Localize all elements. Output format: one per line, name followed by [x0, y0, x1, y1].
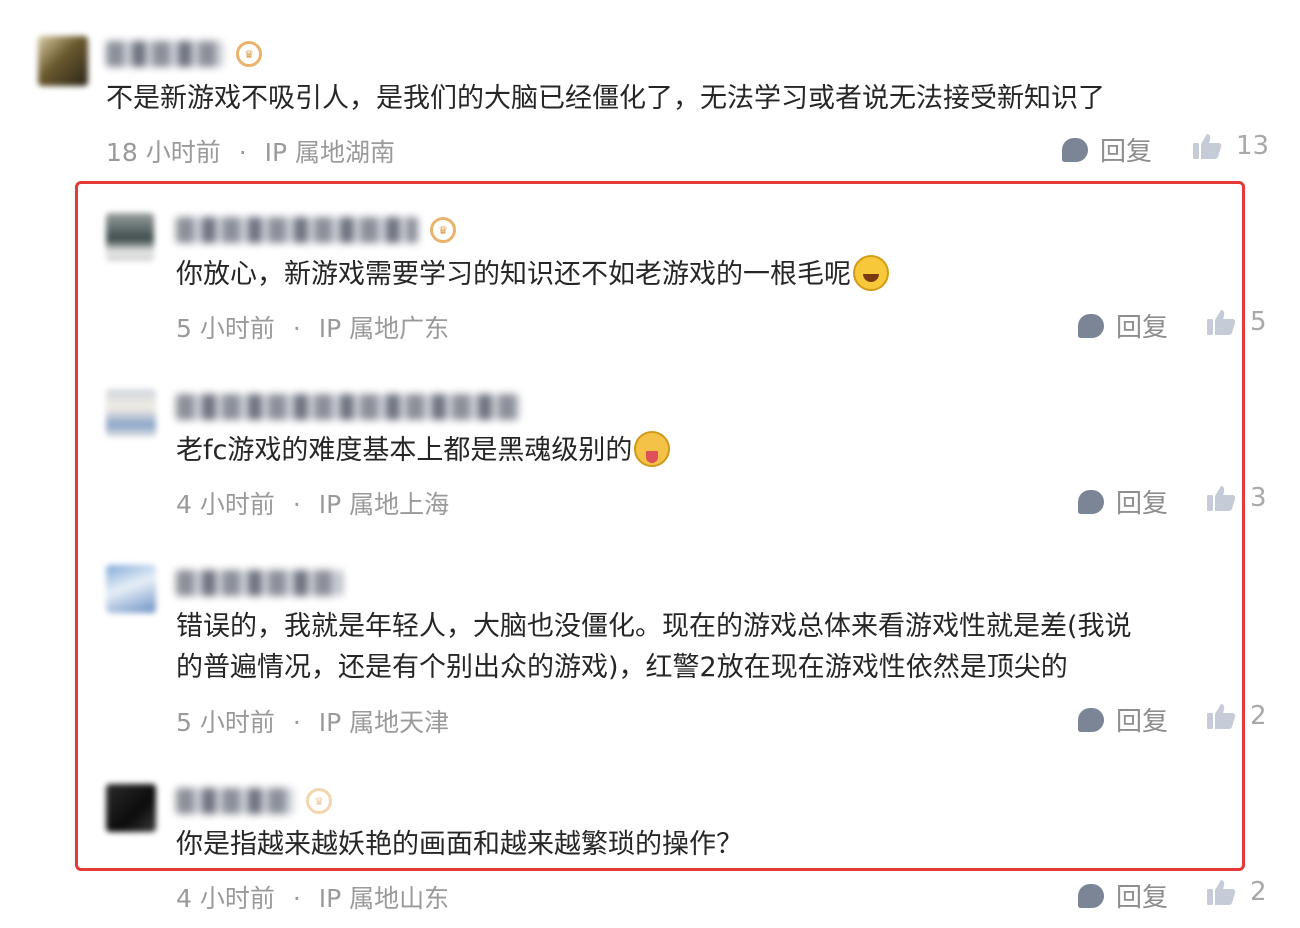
reply-button[interactable]: 回复: [1078, 483, 1168, 520]
thumbs-up-icon: [1207, 704, 1236, 729]
thumbs-up-icon: [1207, 486, 1236, 511]
thumbs-up-icon: [1207, 310, 1236, 335]
like-count: 2: [1250, 701, 1267, 731]
reply-label: 回复: [1116, 489, 1169, 519]
reply-label: 回复: [1100, 137, 1153, 167]
meta-separator: ·: [292, 884, 301, 913]
comment-text: 你放心，新游戏需要学习的知识还不如老游戏的一根毛呢: [176, 254, 889, 296]
ip-location: IP 属地天津: [318, 708, 450, 737]
comment-time: 5 小时前: [176, 708, 275, 737]
comment-meta: 4 小时前 · IP 属地上海: [176, 485, 449, 521]
tongue-out-emoji-icon: [634, 431, 671, 467]
avatar[interactable]: [106, 389, 156, 437]
like-button[interactable]: 3: [1206, 483, 1267, 513]
username-blurred[interactable]: [176, 217, 418, 243]
reply-label: 回复: [1116, 313, 1169, 343]
like-count: 5: [1250, 307, 1267, 337]
comment-time: 4 小时前: [176, 490, 275, 519]
meta-separator: ·: [292, 490, 301, 519]
ip-location: IP 属地广东: [318, 314, 450, 343]
reply-button[interactable]: 回复: [1078, 307, 1168, 344]
like-button[interactable]: 13: [1192, 131, 1269, 161]
reply-label: 回复: [1116, 883, 1169, 913]
comment-meta: 5 小时前 · IP 属地广东: [176, 309, 449, 345]
thumbs-up-icon: [1207, 880, 1236, 905]
comment-time: 4 小时前: [176, 884, 275, 913]
comment-text: 老fc游戏的难度基本上都是黑魂级别的: [176, 430, 671, 472]
comment-text-line-2: 的普遍情况，还是有个别出众的游戏)，红警2放在现在游戏性依然是顶尖的: [176, 652, 1068, 683]
like-button[interactable]: 2: [1206, 701, 1267, 731]
ip-location: IP 属地山东: [318, 884, 450, 913]
level-badge-icon: ♛: [430, 217, 456, 243]
comment-text-content: 你放心，新游戏需要学习的知识还不如老游戏的一根毛呢: [176, 259, 851, 290]
like-count: 13: [1236, 131, 1270, 161]
comment-text-line-1: 错误的，我就是年轻人，大脑也没僵化。现在的游戏总体来看游戏性就是差(我说: [176, 611, 1132, 642]
avatar[interactable]: [38, 36, 88, 86]
meta-separator: ·: [292, 708, 301, 737]
meta-separator: ·: [238, 138, 247, 167]
thumbs-up-icon: [1193, 134, 1222, 159]
level-badge-icon: ♛: [236, 41, 262, 67]
comment-meta: 5 小时前 · IP 属地天津: [176, 703, 449, 739]
reply-button[interactable]: 回复: [1078, 877, 1168, 914]
reply-button[interactable]: 回复: [1078, 701, 1168, 738]
comment-meta: 18 小时前 · IP 属地湖南: [106, 133, 395, 169]
comment-bubble-icon: [1078, 313, 1104, 338]
reply-button[interactable]: 回复: [1062, 131, 1152, 168]
level-badge-icon: ♛: [306, 788, 332, 814]
meta-separator: ·: [292, 314, 301, 343]
ip-location: IP 属地上海: [318, 490, 450, 519]
comment-bubble-icon: [1062, 137, 1088, 162]
comment-time: 5 小时前: [176, 314, 275, 343]
like-button[interactable]: 2: [1206, 877, 1267, 907]
avatar[interactable]: [106, 213, 154, 261]
like-count: 3: [1250, 483, 1267, 513]
ip-location: IP 属地湖南: [264, 138, 396, 167]
reply-label: 回复: [1116, 707, 1169, 737]
avatar[interactable]: [106, 565, 156, 613]
username-blurred[interactable]: [176, 394, 520, 420]
comment-meta: 4 小时前 · IP 属地山东: [176, 879, 449, 915]
comment-text: 不是新游戏不吸引人，是我们的大脑已经僵化了，无法学习或者说无法接受新知识了: [106, 83, 1105, 114]
username-blurred[interactable]: [106, 41, 224, 67]
comment-bubble-icon: [1078, 883, 1104, 908]
comment-text-content: 老fc游戏的难度基本上都是黑魂级别的: [176, 435, 633, 466]
comment-time: 18 小时前: [106, 138, 221, 167]
grinning-emoji-icon: [853, 255, 889, 291]
comment-text: 你是指越来越妖艳的画面和越来越繁琐的操作？: [176, 829, 743, 860]
avatar[interactable]: [106, 784, 156, 832]
like-button[interactable]: 5: [1206, 307, 1267, 337]
like-count: 2: [1250, 877, 1267, 907]
comment-bubble-icon: [1078, 707, 1104, 732]
username-blurred[interactable]: [176, 788, 294, 814]
username-blurred[interactable]: [176, 570, 342, 596]
comment-bubble-icon: [1078, 489, 1104, 514]
